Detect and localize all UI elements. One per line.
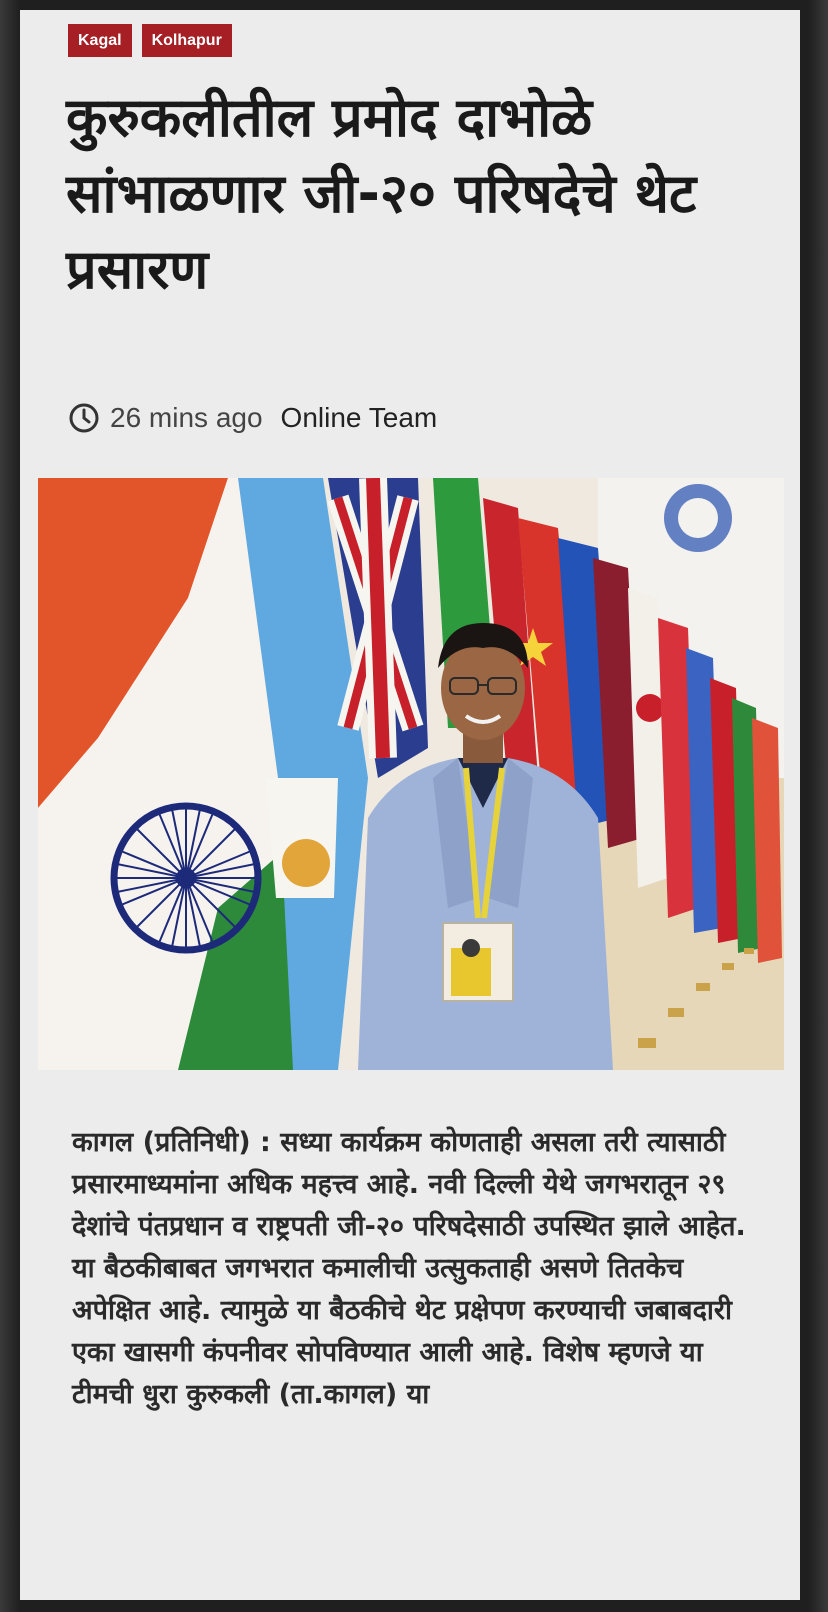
article-body: कागल (प्रतिनिधी) : सध्या कार्यक्रम कोणता…	[72, 1127, 746, 1410]
category-tags: Kagal Kolhapur	[68, 24, 232, 57]
tag-kagal[interactable]: Kagal	[68, 24, 132, 57]
article-headline: कुरुकलीतील प्रमोद दाभोळे सांभाळणार जी-२०…	[66, 86, 697, 301]
article-meta: 26 mins ago Online Team	[68, 402, 437, 434]
g20-flags-photo	[38, 478, 784, 1070]
tag-kolhapur[interactable]: Kolhapur	[141, 24, 232, 57]
published-time: 26 mins ago	[110, 402, 263, 433]
article-screen: Kagal Kolhapur कुरुकलीतील प्रमोद दाभोळे …	[20, 10, 800, 1600]
ashoka-chakra-icon	[110, 802, 262, 954]
phone-frame: Kagal Kolhapur कुरुकलीतील प्रमोद दाभोळे …	[0, 0, 828, 1612]
clock-icon	[69, 403, 99, 433]
article-image	[38, 478, 784, 1070]
author-name[interactable]: Online Team	[281, 402, 438, 434]
